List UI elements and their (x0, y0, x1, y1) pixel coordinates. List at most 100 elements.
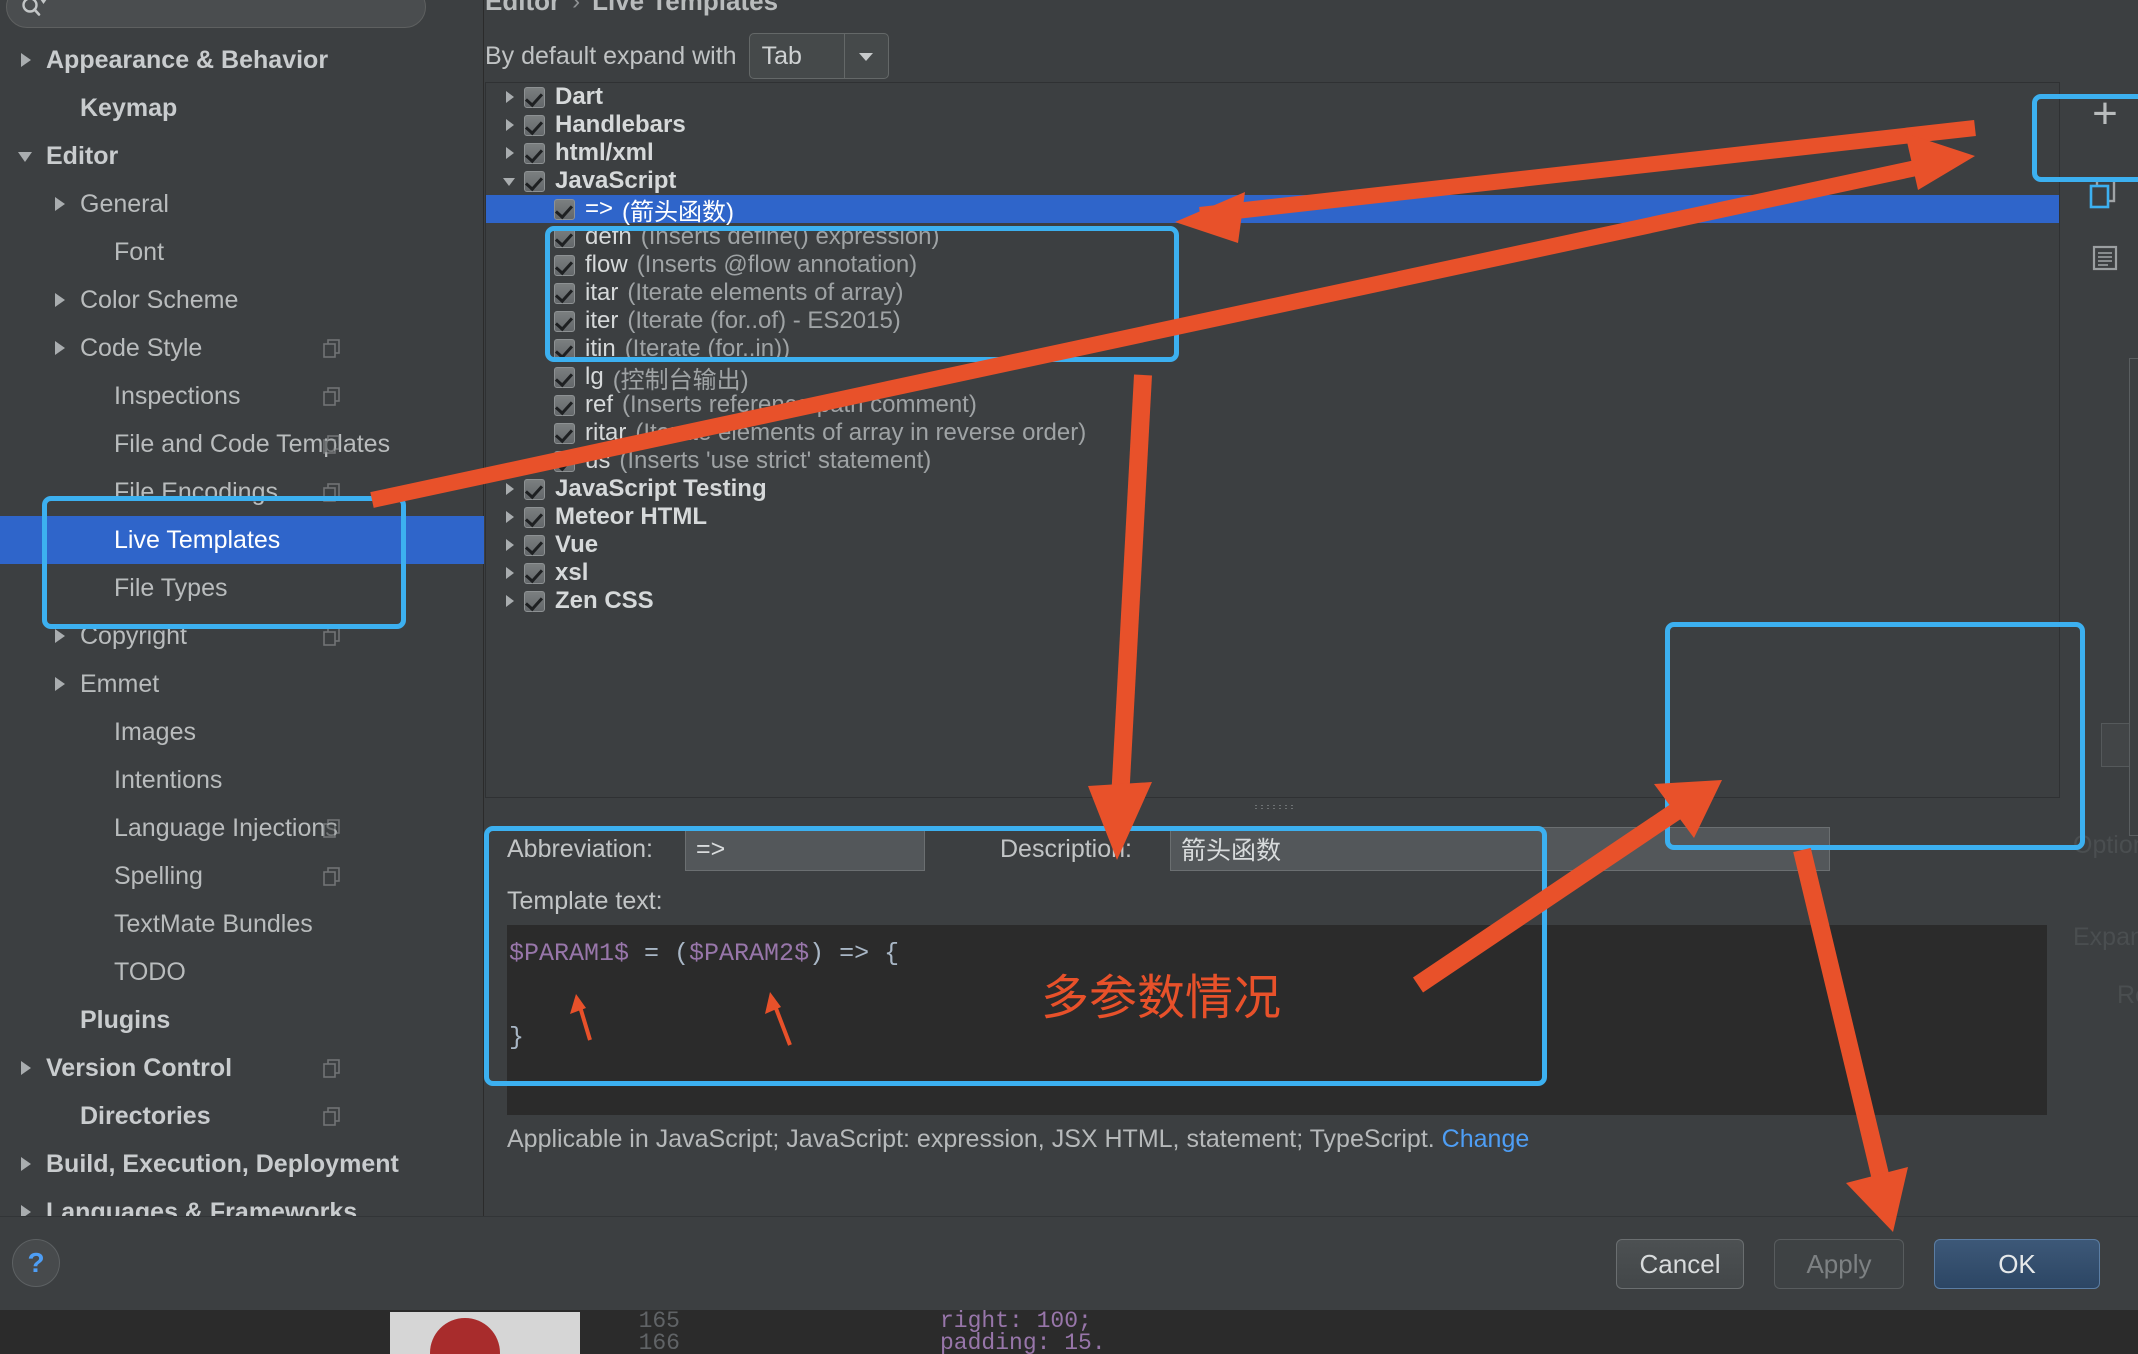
sidebar-item-code-style[interactable]: Code Style (0, 324, 484, 372)
help-button[interactable]: ? (12, 1239, 60, 1287)
sidebar-item-build-execution-deployment[interactable]: Build, Execution, Deployment (0, 1140, 484, 1188)
context-row[interactable]: Statement (2130, 739, 2138, 777)
duplicate-template-button[interactable] (2073, 228, 2137, 292)
context-row[interactable]: CSS (2130, 549, 2138, 587)
sidebar-item-directories[interactable]: Directories (0, 1092, 484, 1140)
chevron-right-icon[interactable] (14, 1153, 36, 1175)
description-input[interactable]: 箭头函数 (1170, 827, 1830, 871)
context-row[interactable]: Handlebars (2130, 853, 2138, 891)
template-row[interactable]: lg (控制台输出) (486, 363, 2059, 394)
template-row[interactable]: iter (Iterate (for..of) - ES2015) (486, 307, 2059, 335)
sidebar-item-copyright[interactable]: Copyright (0, 612, 484, 660)
context-row[interactable]: JSP (2130, 511, 2138, 549)
template-checkbox[interactable] (554, 422, 575, 444)
sidebar-item-font[interactable]: Font (0, 228, 484, 276)
context-row[interactable]: JSX HTML (2130, 701, 2138, 739)
sidebar-item-file-and-code-templates[interactable]: File and Code Templates (0, 420, 484, 468)
template-checkbox[interactable] (554, 450, 575, 472)
sidebar-item-languages-frameworks[interactable]: Languages & Frameworks (0, 1188, 484, 1216)
sidebar-item-live-templates[interactable]: Live Templates (0, 516, 484, 564)
template-checkbox[interactable] (554, 366, 575, 388)
context-popup[interactable]: EverywhereHTMLXMLJSONJSPCSSCucumber feat… (2129, 358, 2138, 836)
chevron-right-icon[interactable] (494, 117, 524, 133)
template-row[interactable]: us (Inserts 'use strict' statement) (486, 447, 2059, 475)
sidebar-item-appearance-behavior[interactable]: Appearance & Behavior (0, 36, 484, 84)
sidebar-item-file-encodings[interactable]: File Encodings (0, 468, 484, 516)
template-checkbox[interactable] (554, 226, 575, 248)
sidebar-item-intentions[interactable]: Intentions (0, 756, 484, 804)
sidebar-item-editor[interactable]: Editor (0, 132, 484, 180)
chevron-down-icon[interactable] (494, 173, 524, 189)
context-row[interactable]: Expression (2130, 663, 2138, 701)
sidebar-item-inspections[interactable]: Inspections (0, 372, 484, 420)
context-row[interactable]: Pug/Jade (2130, 929, 2138, 967)
settings-search-input[interactable] (6, 0, 426, 28)
sidebar-item-file-types[interactable]: File Types (0, 564, 484, 612)
add-template-button[interactable]: + (2073, 82, 2137, 146)
template-checkbox[interactable] (554, 338, 575, 360)
live-templates-tree[interactable]: Dart Handlebars html/xml JavaScript => (箭头函数)… (486, 83, 2059, 797)
copy-settings-icon[interactable] (322, 482, 342, 502)
template-checkbox[interactable] (524, 114, 545, 136)
template-checkbox[interactable] (524, 562, 545, 584)
expand-with-select[interactable]: Tab (748, 33, 889, 79)
template-checkbox[interactable] (554, 254, 575, 276)
chevron-right-icon[interactable] (48, 625, 70, 647)
ok-button[interactable]: OK (1934, 1239, 2100, 1289)
context-row[interactable]: JavaScript (2130, 625, 2138, 663)
sidebar-item-emmet[interactable]: Emmet (0, 660, 484, 708)
chevron-right-icon[interactable] (494, 481, 524, 497)
sidebar-item-keymap[interactable]: Keymap (0, 84, 484, 132)
template-checkbox[interactable] (554, 198, 575, 220)
context-row[interactable]: Dart (2130, 1043, 2138, 1081)
chevron-right-icon[interactable] (48, 289, 70, 311)
template-row[interactable]: Meteor HTML (486, 503, 2059, 531)
chevron-down-icon[interactable] (2134, 370, 2138, 386)
sidebar-item-version-control[interactable]: Version Control (0, 1044, 484, 1092)
template-row[interactable]: flow (Inserts @flow annotation) (486, 251, 2059, 279)
copy-template-button[interactable] (2073, 164, 2137, 228)
sidebar-item-language-injections[interactable]: Language Injections (0, 804, 484, 852)
sidebar-item-general[interactable]: General (0, 180, 484, 228)
template-row[interactable]: html/xml (486, 139, 2059, 167)
panel-splitter[interactable] (485, 800, 2060, 814)
context-row[interactable]: JSON (2130, 473, 2138, 511)
template-row[interactable]: Dart (486, 83, 2059, 111)
template-checkbox[interactable] (524, 86, 545, 108)
chevron-right-icon[interactable] (14, 1057, 36, 1079)
template-checkbox[interactable] (554, 282, 575, 304)
template-checkbox[interactable] (554, 394, 575, 416)
copy-settings-icon[interactable] (322, 866, 342, 886)
copy-settings-icon[interactable] (322, 434, 342, 454)
chevron-right-icon[interactable] (494, 537, 524, 553)
sidebar-item-plugins[interactable]: Plugins (0, 996, 484, 1044)
chevron-right-icon[interactable] (14, 1201, 36, 1216)
copy-settings-icon[interactable] (322, 818, 342, 838)
copy-settings-icon[interactable] (322, 1058, 342, 1078)
chevron-right-icon[interactable] (48, 337, 70, 359)
sidebar-item-color-scheme[interactable]: Color Scheme (0, 276, 484, 324)
context-row[interactable]: Everywhere (2130, 359, 2138, 397)
chevron-down-icon[interactable] (843, 34, 888, 78)
chevron-right-icon[interactable] (494, 89, 524, 105)
template-row[interactable]: JavaScript Testing (486, 475, 2059, 503)
copy-settings-icon[interactable] (322, 626, 342, 646)
template-row[interactable]: ref (Inserts reference path comment) (486, 391, 2059, 419)
template-checkbox[interactable] (524, 142, 545, 164)
context-row[interactable]: HTML (2130, 397, 2138, 435)
template-checkbox[interactable] (554, 310, 575, 332)
chevron-right-icon[interactable] (494, 509, 524, 525)
context-row[interactable]: TypeScript (2130, 815, 2138, 853)
change-context-link[interactable]: Change (1442, 1125, 1530, 1153)
context-row[interactable]: Other (2130, 777, 2138, 815)
sidebar-tree[interactable]: Appearance & Behavior Keymap Editor General… (0, 36, 484, 1216)
chevron-right-icon[interactable] (48, 673, 70, 695)
template-checkbox[interactable] (524, 534, 545, 556)
template-row[interactable]: Zen CSS (486, 587, 2059, 615)
context-row[interactable]: Cucumber feature (2130, 587, 2138, 625)
copy-settings-icon[interactable] (322, 338, 342, 358)
context-row[interactable]: XML (2130, 435, 2138, 473)
template-row[interactable]: ritar (Iterate elements of array in rever… (486, 419, 2059, 447)
abbreviation-input[interactable]: => (685, 827, 925, 871)
template-checkbox[interactable] (524, 170, 545, 192)
